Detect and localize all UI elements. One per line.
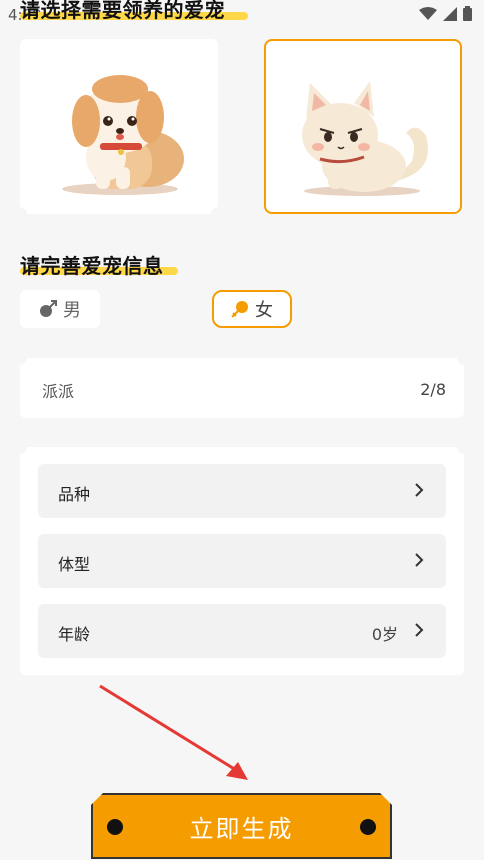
- pet-select-title-wrap: 请选择需要领养的爱宠: [20, 0, 248, 23]
- male-icon: [40, 300, 57, 317]
- wifi-icon: [419, 6, 437, 20]
- pet-card-cat[interactable]: [264, 39, 462, 214]
- age-row[interactable]: 年龄 0岁: [38, 604, 446, 658]
- pet-info-title-wrap: 请完善爱宠信息: [20, 250, 178, 279]
- pet-select-title: 请选择需要领养的爱宠: [20, 0, 225, 22]
- signal-icon: [443, 6, 457, 21]
- pet-info-card: 品种 体型 年龄 0岁: [13, 440, 471, 675]
- chevron-right-icon: [415, 483, 424, 497]
- status-icons: [419, 6, 472, 21]
- size-row[interactable]: 体型: [38, 534, 446, 588]
- pet-card-dog[interactable]: [13, 39, 225, 221]
- chevron-right-icon: [415, 623, 424, 637]
- age-label: 年龄: [58, 625, 91, 644]
- battery-icon: [463, 6, 472, 21]
- dog-illustration: [62, 75, 184, 195]
- size-label: 体型: [58, 555, 91, 574]
- pet-name-field[interactable]: 派派 2/8: [13, 351, 471, 418]
- cat-illustration: [302, 81, 428, 196]
- gender-female-label: 女: [255, 300, 273, 321]
- breed-label: 品种: [58, 485, 91, 504]
- pet-name-value[interactable]: 派派: [42, 378, 74, 402]
- gender-male-label: 男: [63, 300, 81, 321]
- breed-row[interactable]: 品种: [38, 464, 446, 518]
- chevron-right-icon: [415, 553, 424, 567]
- generate-now-button[interactable]: 立即生成: [91, 793, 392, 859]
- age-value: 0岁: [371, 625, 398, 644]
- cta-dot-right: [360, 819, 376, 835]
- gender-male-button[interactable]: 男: [20, 290, 100, 328]
- pet-info-title: 请完善爱宠信息: [20, 254, 164, 278]
- female-icon: [231, 301, 248, 318]
- pet-name-counter: 2/8: [420, 380, 446, 399]
- generate-now-label: 立即生成: [189, 814, 294, 843]
- cta-dot-left: [107, 819, 123, 835]
- gender-female-button[interactable]: 女: [212, 290, 292, 328]
